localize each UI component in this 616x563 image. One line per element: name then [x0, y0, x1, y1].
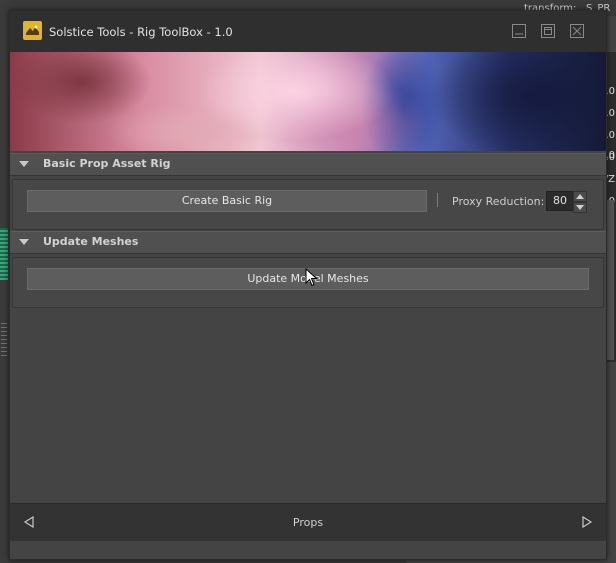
proxy-reduction-label: Proxy Reduction:	[452, 195, 545, 208]
section-title: Basic Prop Asset Rig	[43, 157, 171, 170]
attribute-panel-scrollbar[interactable]	[606, 200, 614, 360]
section-title: Update Meshes	[43, 235, 139, 248]
maximize-icon[interactable]	[540, 23, 556, 39]
separator	[437, 193, 438, 207]
current-page-label: Props	[292, 516, 324, 529]
create-basic-rig-button[interactable]: Create Basic Rig	[27, 190, 427, 212]
minimize-icon[interactable]	[511, 23, 527, 39]
section-header-update-meshes[interactable]: Update Meshes	[10, 231, 606, 254]
next-page-icon[interactable]	[581, 516, 593, 528]
section-body-basic-prop-rig: Create Basic Rig Proxy Reduction: 80	[12, 179, 604, 230]
collapse-caret-icon	[19, 239, 29, 245]
host-graph-marker	[0, 228, 8, 280]
proxy-reduction-stepper[interactable]	[573, 191, 587, 213]
window-titlebar[interactable]: Solstice Tools - Rig ToolBox - 1.0	[10, 11, 606, 52]
host-ruler-ticks	[1, 320, 7, 356]
collapse-caret-icon	[19, 161, 29, 167]
close-icon[interactable]	[569, 23, 585, 39]
section-header-basic-prop-rig[interactable]: Basic Prop Asset Rig	[10, 153, 606, 176]
header-banner-image	[10, 52, 606, 151]
host-app-left-strip	[0, 0, 9, 563]
proxy-reduction-field[interactable]: 80	[546, 191, 574, 211]
solstice-tools-app-icon	[23, 21, 42, 40]
page-navigation-bar: Props	[10, 503, 606, 541]
stepper-up-icon[interactable]	[573, 191, 587, 202]
stepper-down-icon[interactable]	[573, 202, 587, 213]
window-title: Solstice Tools - Rig ToolBox - 1.0	[49, 25, 233, 39]
mouse-cursor-icon	[305, 268, 318, 287]
